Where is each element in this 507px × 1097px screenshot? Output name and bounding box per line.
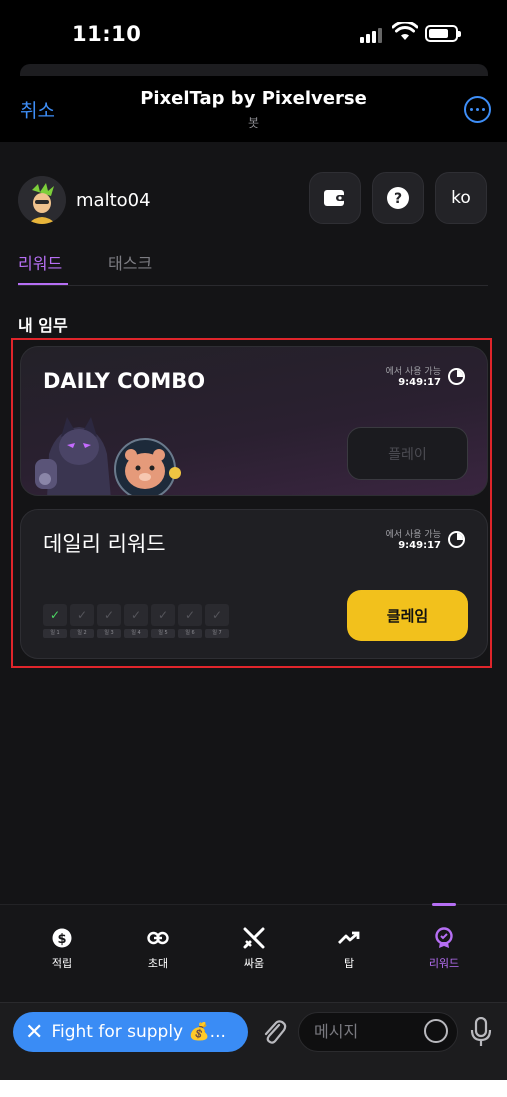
username: malto04 [76,189,151,211]
app-content: malto04 ? ko 리워드 태스크 내 임무 DAILY COMBO 에서… [0,142,507,904]
nav-active-indicator [432,903,456,906]
clock-icon [448,531,465,548]
check-icon: ✓ [124,604,148,626]
characters-illustration [35,417,181,495]
nav-top[interactable]: 탑 [309,927,389,971]
nav-fight[interactable]: 싸움 [214,927,294,971]
day-label: 일 2 [70,629,94,638]
signal-icon [360,28,382,43]
day-item: ✓ 일 7 [205,604,229,638]
day-item: ✓ 일 4 [124,604,148,638]
nav-label: 싸움 [243,957,265,970]
below-strip [0,1080,507,1097]
wallet-icon [324,190,346,206]
daily-reward-title: 데일리 리워드 [43,532,166,556]
wallet-button[interactable] [309,172,361,224]
trending-up-icon [338,927,360,949]
swords-icon [243,927,265,949]
wifi-icon [392,22,418,40]
day-label: 일 1 [43,629,67,638]
day-item: ✓ 일 6 [178,604,202,638]
day-streak: ✓ 일 1 ✓ 일 2 ✓ 일 3 ✓ 일 4 ✓ 일 5 ✓ 일 6 ✓ 일 7 [43,604,229,638]
check-icon: ✓ [97,604,121,626]
status-bar: 11:10 [0,0,507,76]
svg-text:$: $ [57,932,66,947]
day-label: 일 6 [178,629,202,638]
microphone-icon[interactable] [470,1017,492,1047]
day-item: ✓ 일 3 [97,604,121,638]
nav-earn[interactable]: $ 적립 [22,927,102,971]
bot-header: 취소 PixelTap by Pixelverse 봇 [0,76,507,142]
check-icon: ✓ [43,604,67,626]
status-time: 11:10 [72,22,142,46]
bot-title: PixelTap by Pixelverse [140,88,367,109]
check-icon: ✓ [178,604,202,626]
avatar-icon [18,176,66,224]
nav-rewards[interactable]: 리워드 [404,927,484,971]
more-options-button[interactable] [464,96,491,123]
availability-label: 에서 사용 가능 [385,530,441,540]
help-button[interactable]: ? [372,172,424,224]
day-label: 일 4 [124,629,148,638]
nav-label: 적립 [51,957,73,970]
sheet-handle [20,64,488,76]
claim-button[interactable]: 클레임 [347,590,468,641]
nav-label: 탑 [343,957,355,970]
availability-label: 에서 사용 가능 [385,367,441,377]
nav-invite[interactable]: 초대 [118,927,198,971]
language-button[interactable]: ko [435,172,487,224]
availability: 에서 사용 가능 9:49:17 [386,527,441,551]
daily-combo-title: DAILY COMBO [43,369,206,393]
question-icon: ? [387,187,409,209]
day-label: 일 5 [151,629,175,638]
svg-text:?: ? [394,191,402,207]
battery-icon [425,25,461,42]
attach-icon[interactable] [260,1017,288,1047]
check-icon: ✓ [205,604,229,626]
tab-tasks[interactable]: 태스크 [108,250,152,274]
daily-reward-card: 데일리 리워드 에서 사용 가능 9:49:17 ✓ 일 1 ✓ 일 2 ✓ 일 3 … [20,509,488,659]
day-label: 일 3 [97,629,121,638]
day-item: ✓ 일 1 [43,604,67,638]
bot-menu-label: Fight for supply 💰... [51,1022,226,1042]
daily-combo-card[interactable]: DAILY COMBO 에서 사용 가능 9:49:17 플레이 [20,346,488,496]
tab-bar: 리워드 태스크 [18,250,488,286]
link-icon [147,927,169,949]
bot-menu-button[interactable]: ✕ Fight for supply 💰... [13,1012,248,1052]
nav-label: 리워드 [428,957,460,970]
bottom-nav: $ 적립 초대 싸움 탑 리워드 [0,903,507,1002]
dollar-coin-icon: $ [51,927,73,949]
day-item: ✓ 일 2 [70,604,94,638]
sticker-icon[interactable] [424,1019,448,1043]
day-label: 일 7 [205,629,229,638]
message-input-bar: ✕ Fight for supply 💰... 메시지 [0,1002,507,1080]
countdown-time: 9:49:17 [398,540,441,551]
user-profile[interactable]: malto04 [18,176,151,224]
check-icon: ✓ [70,604,94,626]
section-title: 내 임무 [18,316,68,335]
tab-indicator [18,283,68,285]
play-button[interactable]: 플레이 [347,427,468,480]
bot-subtitle: 봇 [247,116,260,130]
clock-icon [448,368,465,385]
countdown-time: 9:49:17 [398,377,441,388]
availability: 에서 사용 가능 9:49:17 [386,364,441,388]
tab-rewards[interactable]: 리워드 [18,250,62,274]
day-item: ✓ 일 5 [151,604,175,638]
badge-icon [433,927,455,949]
check-icon: ✓ [151,604,175,626]
avatar [18,176,66,224]
close-icon: ✕ [25,1019,44,1045]
nav-label: 초대 [147,957,169,970]
